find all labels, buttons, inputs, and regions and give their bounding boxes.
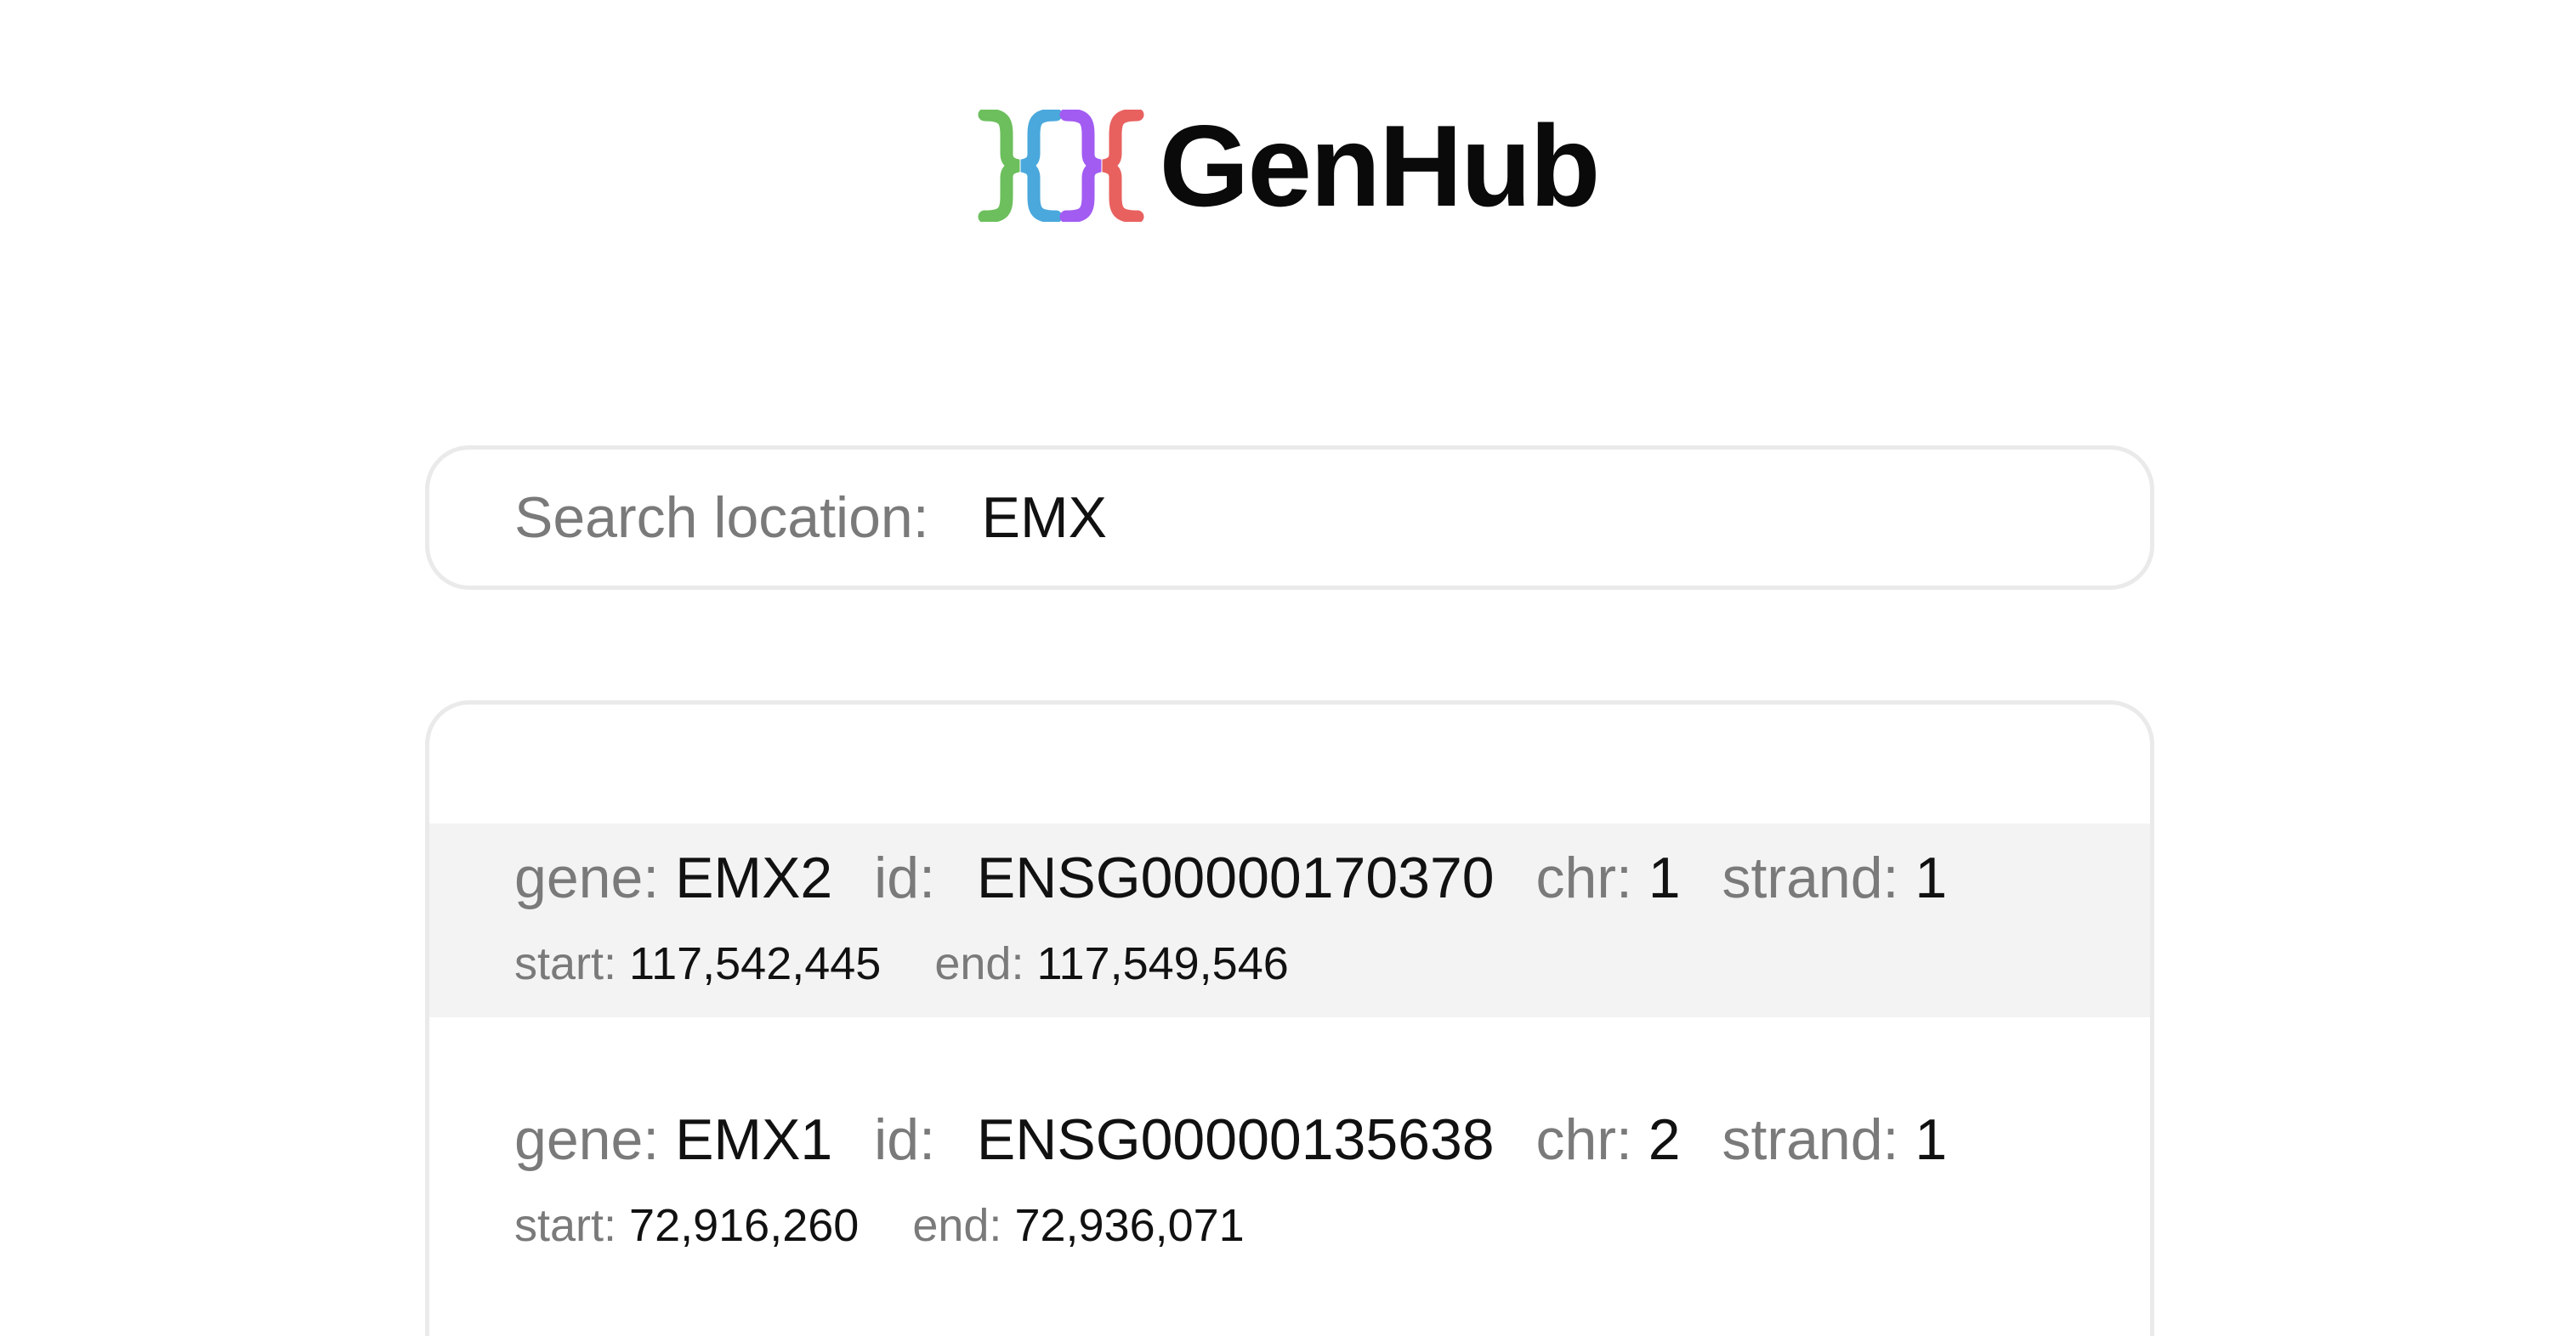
result-primary-line: gene: EMX2 id: ENSG00000170370 chr: 1 st…: [514, 849, 1947, 907]
result-primary-line: gene: EMX1 id: ENSG00000135638 chr: 2 st…: [514, 1111, 1947, 1169]
id-value: ENSG00000170370: [976, 846, 1495, 910]
chr-value: 1: [1648, 846, 1681, 910]
end-value: 117,549,546: [1036, 938, 1289, 989]
page: GenHub Search location: gene: EMX2 id: E…: [0, 0, 2576, 1336]
id-label: id:: [874, 846, 935, 910]
results-list: gene: EMX2 id: ENSG00000170370 chr: 1 st…: [425, 700, 2154, 1336]
gene-value: EMX1: [675, 1107, 833, 1172]
end-label: end:: [934, 938, 1024, 989]
result-item-emx2[interactable]: gene: EMX2 id: ENSG00000170370 chr: 1 st…: [429, 824, 2150, 1017]
id-label: id:: [874, 1107, 935, 1172]
strand-label: strand:: [1722, 846, 1899, 910]
chr-label: chr:: [1535, 846, 1632, 910]
result-item-emx1[interactable]: gene: EMX1 id: ENSG00000135638 chr: 2 st…: [429, 1085, 2150, 1279]
search-input[interactable]: [981, 484, 2150, 551]
start-value: 117,542,445: [629, 938, 882, 989]
search-label: Search location:: [514, 485, 929, 550]
id-value: ENSG00000135638: [976, 1107, 1495, 1172]
result-secondary-line: start: 117,542,445 end: 117,549,546: [514, 941, 1289, 987]
gene-label: gene:: [514, 846, 660, 910]
chr-value: 2: [1648, 1107, 1681, 1172]
app-title: GenHub: [1159, 101, 1601, 230]
genhub-logo-mark-icon: [978, 110, 1144, 222]
end-label: end:: [912, 1200, 1002, 1251]
gene-label: gene:: [514, 1107, 660, 1172]
result-secondary-line: start: 72,916,260 end: 72,936,071: [514, 1203, 1245, 1248]
chr-label: chr:: [1535, 1107, 1632, 1172]
strand-value: 1: [1915, 846, 1948, 910]
start-value: 72,916,260: [629, 1200, 860, 1251]
start-label: start:: [514, 1200, 617, 1251]
app-logo[interactable]: GenHub: [0, 102, 2576, 229]
end-value: 72,936,071: [1014, 1200, 1245, 1251]
strand-value: 1: [1915, 1107, 1948, 1172]
gene-value: EMX2: [675, 846, 833, 910]
search-box[interactable]: Search location:: [425, 445, 2154, 590]
strand-label: strand:: [1722, 1107, 1899, 1172]
start-label: start:: [514, 938, 617, 989]
